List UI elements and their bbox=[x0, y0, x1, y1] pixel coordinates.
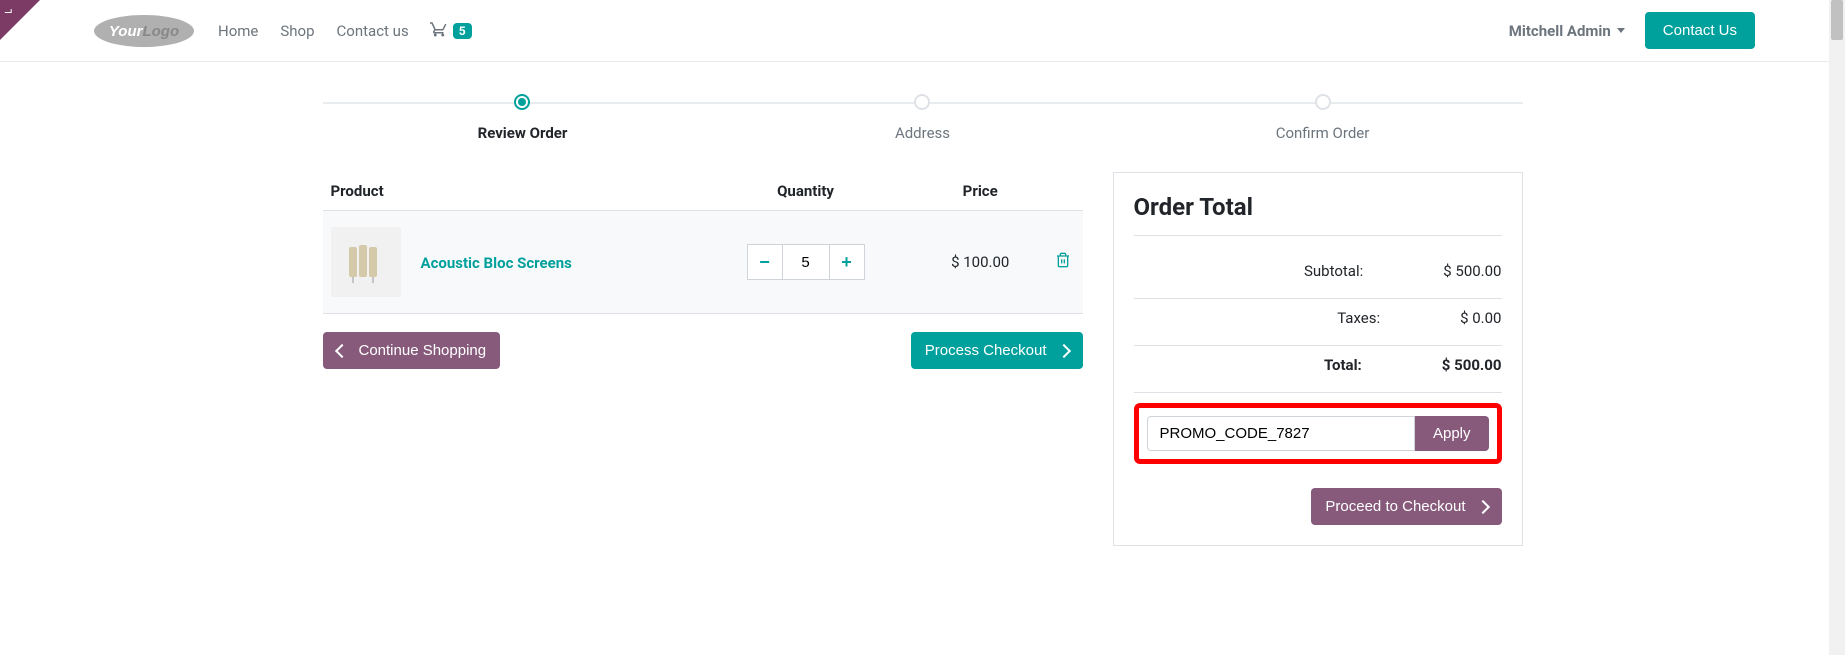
th-product: Product bbox=[323, 172, 694, 211]
button-label: Process Checkout bbox=[925, 342, 1047, 359]
product-name-link[interactable]: Acoustic Bloc Screens bbox=[421, 254, 572, 272]
product-image[interactable] bbox=[331, 227, 401, 297]
button-label: Continue Shopping bbox=[359, 342, 487, 359]
step-dot-icon bbox=[914, 94, 930, 110]
step-dot-icon bbox=[1315, 94, 1331, 110]
button-label: Proceed to Checkout bbox=[1325, 498, 1465, 515]
subtotal-label: Subtotal: bbox=[1134, 262, 1364, 280]
table-row: Acoustic Bloc Screens − + $ 100.00 bbox=[323, 211, 1083, 314]
qty-input[interactable] bbox=[783, 244, 829, 280]
proceed-checkout-button[interactable]: Proceed to Checkout bbox=[1311, 488, 1501, 525]
promo-highlight-box: Apply bbox=[1134, 403, 1502, 464]
qty-increase-button[interactable]: + bbox=[829, 244, 865, 280]
step-label: Review Order bbox=[323, 124, 723, 142]
checkout-wizard: Review Order Address Confirm Order bbox=[323, 94, 1523, 144]
taxes-label: Taxes: bbox=[1134, 309, 1381, 327]
continue-shopping-button[interactable]: Continue Shopping bbox=[323, 332, 501, 369]
step-label: Confirm Order bbox=[1123, 124, 1523, 142]
process-checkout-button[interactable]: Process Checkout bbox=[911, 332, 1083, 369]
app-switcher-corner[interactable] bbox=[0, 0, 40, 40]
taxes-value: $ 0.00 bbox=[1460, 309, 1501, 327]
user-menu[interactable]: Mitchell Admin bbox=[1509, 22, 1625, 40]
step-label: Address bbox=[723, 124, 1123, 142]
nav-links: Home Shop Contact us bbox=[218, 22, 409, 40]
qty-decrease-button[interactable]: − bbox=[747, 244, 783, 280]
total-value: $ 500.00 bbox=[1442, 356, 1502, 374]
wizard-step-confirm[interactable]: Confirm Order bbox=[1123, 94, 1523, 142]
contact-us-button[interactable]: Contact Us bbox=[1645, 12, 1755, 49]
price-cell: $ 100.00 bbox=[918, 211, 1043, 314]
scrollbar-thumb[interactable] bbox=[1831, 0, 1843, 40]
nav-contact[interactable]: Contact us bbox=[337, 22, 409, 40]
cart-count-badge: 5 bbox=[453, 23, 472, 39]
user-name: Mitchell Admin bbox=[1509, 22, 1611, 40]
cart-table: Product Quantity Price Acoustic Bloc S bbox=[323, 172, 1083, 314]
cart-link[interactable]: 5 bbox=[429, 20, 472, 42]
scrollbar[interactable] bbox=[1829, 0, 1845, 655]
remove-item-button[interactable] bbox=[1043, 211, 1083, 314]
promo-code-input[interactable] bbox=[1147, 416, 1415, 451]
apply-promo-button[interactable]: Apply bbox=[1415, 416, 1489, 451]
wizard-step-review[interactable]: Review Order bbox=[323, 94, 723, 142]
th-quantity: Quantity bbox=[693, 172, 918, 211]
wizard-step-address[interactable]: Address bbox=[723, 94, 1123, 142]
step-dot-icon bbox=[514, 94, 530, 110]
cart-icon bbox=[429, 20, 449, 42]
logo[interactable]: YourLogo bbox=[90, 13, 198, 49]
th-price: Price bbox=[918, 172, 1043, 211]
quantity-stepper: − + bbox=[701, 244, 910, 280]
order-summary-panel: Order Total Subtotal: $ 500.00 Taxes: $ … bbox=[1113, 172, 1523, 546]
nav-home[interactable]: Home bbox=[218, 22, 258, 40]
total-label: Total: bbox=[1134, 356, 1362, 374]
order-total-title: Order Total bbox=[1134, 193, 1502, 221]
navbar: YourLogo Home Shop Contact us 5 Mitchell… bbox=[0, 0, 1845, 62]
svg-text:YourLogo: YourLogo bbox=[109, 23, 179, 40]
subtotal-value: $ 500.00 bbox=[1443, 262, 1501, 280]
caret-down-icon bbox=[1617, 28, 1625, 33]
nav-shop[interactable]: Shop bbox=[280, 22, 314, 40]
